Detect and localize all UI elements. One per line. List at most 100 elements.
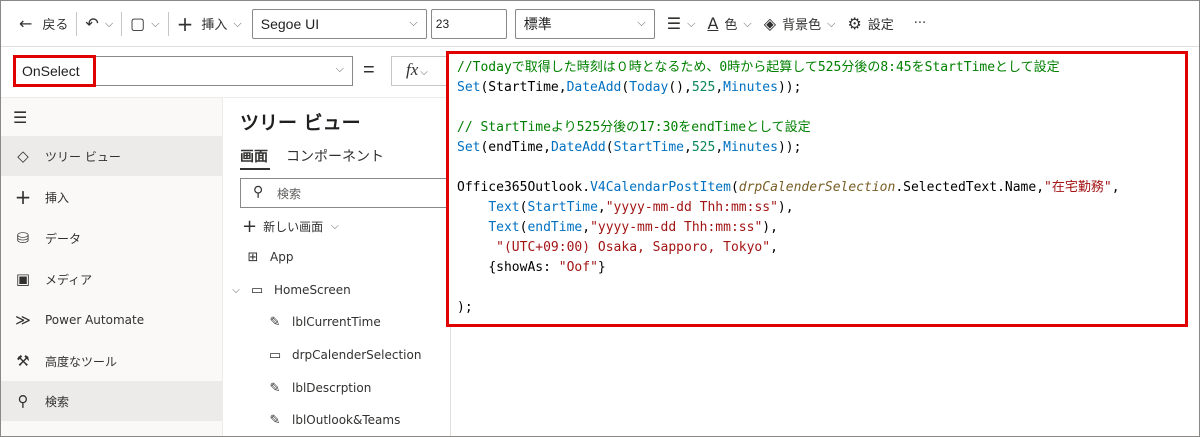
code-text: .SelectedText.Name, (895, 180, 1045, 195)
align-button[interactable]: ☰ ⌵ (661, 1, 702, 47)
code-connector: Office365Outlook. (457, 180, 591, 195)
paint-bucket-icon: ◈ (763, 13, 777, 33)
color-button[interactable]: A 色 ⌵ (701, 1, 757, 47)
search-placeholder: 検索 (277, 187, 302, 201)
panel-title: ツリー ビュー (240, 112, 361, 134)
code-text: ), (777, 200, 794, 215)
paste-button[interactable]: ▢ ⌵ (124, 1, 165, 47)
code-text: )); (777, 80, 802, 95)
tree-item-app[interactable]: ⊞ App (224, 241, 450, 273)
media-icon: ▣ (15, 270, 31, 288)
code-string: "(UTC+09:00) Osaka, Sapporo, Tokyo" (496, 240, 771, 255)
nav-data[interactable]: ⛁ データ (1, 218, 222, 258)
nav-tree-view[interactable]: ◇ ツリー ビュー (1, 136, 222, 176)
tree-item-label: HomeScreen (274, 283, 351, 297)
database-icon: ⛁ (16, 229, 30, 247)
code-string: "Oof" (558, 260, 598, 275)
tree-item-label: lblDescrption (292, 381, 372, 395)
back-button[interactable]: ← 戻る (1, 1, 74, 47)
tree-item-label: lblOutlook&Teams (292, 413, 401, 427)
code-text: , (597, 200, 606, 215)
code-string: "yyyy-mm-dd Thh:mm:ss" (605, 200, 778, 215)
tree-item-label: App (270, 250, 294, 264)
color-label: 色 (724, 18, 738, 33)
more-button[interactable]: ··· (908, 1, 932, 47)
tree-search-input[interactable]: ⚲ 検索 (240, 178, 452, 208)
gear-icon: ⚙ (847, 13, 862, 33)
settings-label: 設定 (867, 18, 894, 33)
code-text: ); (457, 300, 473, 315)
tree-view-panel: ツリー ビュー 画面 コンポーネント ⚲ 検索 + 新しい画面 ⌵ ⊞ App … (224, 97, 452, 436)
nav-label: 挿入 (45, 190, 70, 205)
code-text: , (770, 240, 778, 255)
equals-sign: = (363, 59, 375, 81)
code-text: , (715, 80, 724, 95)
insert-label: 挿入 (201, 18, 228, 33)
nav-label: ツリー ビュー (45, 149, 121, 164)
code-enum: Minutes (723, 80, 778, 95)
label-edit-icon: ✎ (269, 314, 281, 330)
code-text: (endTime, (480, 140, 551, 155)
dropdown-icon: ▭ (268, 347, 282, 363)
font-size-input[interactable]: 23 (430, 8, 507, 39)
tree-item-homescreen[interactable]: ⌵ ▭ HomeScreen (224, 274, 450, 306)
label-edit-icon: ✎ (269, 412, 281, 428)
code-string: "在宅勤務" (1044, 180, 1112, 195)
tab-components[interactable]: コンポーネント (286, 146, 384, 166)
nav-power-automate[interactable]: ≫ Power Automate (1, 300, 222, 340)
new-screen-button[interactable]: + 新しい画面 ⌵ (242, 216, 339, 237)
chevron-down-icon: ⌵ (233, 16, 242, 30)
nav-label: 検索 (45, 394, 70, 409)
chevron-down-icon: ⌵ (743, 16, 752, 30)
font-color-icon: A (707, 13, 719, 33)
code-number: 525 (691, 80, 716, 95)
font-weight-select[interactable]: 標準 ⌵ (514, 8, 655, 39)
undo-button[interactable]: ↶ ⌵ (79, 1, 119, 47)
code-highlight-box[interactable]: //Todayで取得した時刻は０時となるため、0時から起算して525分後の8:4… (446, 51, 1188, 327)
nav-search[interactable]: ⚲ 検索 (1, 381, 222, 421)
code-text: , (684, 140, 692, 155)
new-screen-label: 新しい画面 (263, 220, 324, 234)
plus-icon: + (14, 185, 32, 209)
code-variable: endTime (527, 220, 583, 235)
arrow-left-icon: ← (19, 13, 33, 33)
insert-button[interactable]: + 挿入 ⌵ (171, 1, 248, 47)
formula-code[interactable]: //Todayで取得した時刻は０時となるため、0時から起算して525分後の8:4… (457, 58, 1120, 318)
code-function: DateAdd (550, 140, 606, 155)
font-family-select[interactable]: Segoe UI ⌵ (251, 8, 427, 39)
divider (76, 11, 78, 36)
active-tab-indicator (240, 168, 270, 170)
tree-item-label-control[interactable]: ✎ lblCurrentTime (224, 306, 450, 338)
app-icon: ⊞ (247, 249, 259, 265)
code-text: , (1111, 180, 1120, 195)
fx-button[interactable]: fx ⌵ (391, 56, 447, 86)
settings-button[interactable]: ⚙ 設定 (841, 1, 899, 47)
code-text: {showAs: (488, 260, 559, 275)
code-text: ( (605, 140, 614, 155)
divider (167, 11, 169, 36)
code-function: DateAdd (566, 80, 622, 95)
code-text: } (597, 260, 606, 275)
tree-item-label: drpCalenderSelection (292, 348, 422, 362)
code-text: , (582, 220, 591, 235)
chevron-down-icon[interactable]: ⌵ (230, 285, 242, 296)
tools-icon: ⚒ (16, 352, 30, 370)
nav-advanced-tools[interactable]: ⚒ 高度なツール (1, 341, 222, 381)
code-text: )); (777, 140, 802, 155)
screen-icon: ▭ (250, 282, 264, 298)
code-enum: Minutes (723, 140, 778, 155)
tree-item-label-control[interactable]: ✎ lblOutlook&Teams (224, 404, 450, 436)
nav-media[interactable]: ▣ メディア (1, 259, 222, 299)
tree-item-label-control[interactable]: ✎ lblDescrption (224, 372, 450, 404)
code-variable: StartTime (527, 200, 598, 215)
tree-item-dropdown-control[interactable]: ▭ drpCalenderSelection (224, 339, 450, 371)
clipboard-icon: ▢ (130, 13, 146, 33)
code-variable: StartTime (613, 140, 685, 155)
chevron-down-icon: ⌵ (335, 63, 344, 75)
bg-color-button[interactable]: ◈ 背景色 ⌵ (758, 1, 842, 47)
property-highlight-box (13, 55, 96, 87)
tab-screens[interactable]: 画面 (240, 146, 268, 166)
hamburger-icon[interactable]: ☰ (13, 108, 27, 127)
nav-insert[interactable]: + 挿入 (1, 177, 222, 217)
divider (121, 11, 123, 36)
